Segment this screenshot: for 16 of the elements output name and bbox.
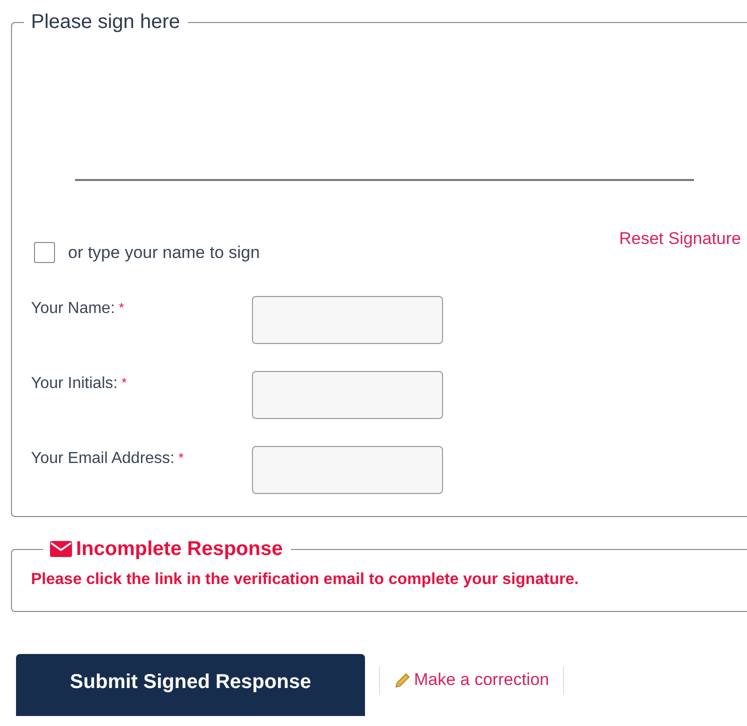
notice-title: Incomplete Response — [76, 537, 283, 561]
panel-title: Please sign here — [31, 10, 180, 34]
input-field[interactable] — [252, 296, 443, 344]
field-label: Your Initials: * — [31, 374, 128, 394]
notice-message: Please click the link in the verification email to complete your signature. — [31, 571, 580, 589]
envelope-icon — [50, 541, 72, 557]
reset-signature-link[interactable]: Reset Signature — [619, 229, 741, 249]
submit-button[interactable]: Submit Signed Response — [16, 654, 365, 716]
correction-link[interactable]: Make a correction — [394, 670, 550, 690]
checkbox[interactable] — [34, 242, 55, 263]
input-field[interactable] — [252, 371, 443, 419]
pencil-icon — [394, 672, 411, 688]
field-label: Your Email Address: * — [31, 449, 185, 469]
field-label: Your Name: * — [31, 299, 125, 319]
input-field[interactable] — [252, 446, 443, 494]
checkbox-label: or type your name to sign — [68, 242, 260, 262]
